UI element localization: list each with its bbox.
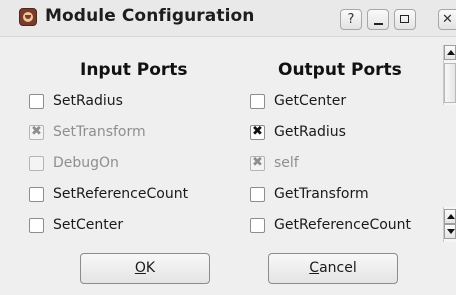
scrollbar-upper[interactable] <box>443 45 456 105</box>
ok-button[interactable]: OK <box>80 253 210 284</box>
cancel-mnemonic: C <box>309 260 320 276</box>
scrollbar-lower[interactable] <box>443 207 456 242</box>
gnome-foot-icon <box>19 8 37 26</box>
scroll-up-icon[interactable] <box>444 45 456 60</box>
scrollbar-thumb[interactable] <box>444 63 456 103</box>
maximize-button[interactable] <box>394 9 416 30</box>
close-button[interactable]: ✕ <box>438 9 456 30</box>
minimize-button[interactable] <box>367 9 389 30</box>
scroll-up-icon[interactable] <box>444 209 456 224</box>
input-port-checkbox <box>29 124 44 140</box>
input-port-label: SetReferenceCount <box>53 186 189 202</box>
window-title: Module Configuration <box>45 6 255 26</box>
input-port-label: SetCenter <box>53 217 124 233</box>
cancel-button[interactable]: Cancel <box>268 253 398 284</box>
ok-label-rest: K <box>145 260 156 276</box>
ok-mnemonic: O <box>134 260 146 276</box>
output-port-checkbox[interactable] <box>250 218 265 233</box>
scroll-down-icon[interactable] <box>444 224 456 239</box>
input-ports-heading: Input Ports <box>80 60 188 80</box>
module-configuration-dialog: Module Configuration ? ✕ Input Ports Out… <box>0 0 456 295</box>
close-icon: ✕ <box>442 12 453 27</box>
input-port-checkbox <box>29 156 44 171</box>
input-port-label: DebugOn <box>53 155 119 171</box>
output-port-label: GetCenter <box>274 93 347 109</box>
output-port-checkbox[interactable] <box>250 124 265 140</box>
output-port-label: GetTransform <box>274 186 369 202</box>
output-port-label: GetReferenceCount <box>274 217 412 233</box>
cancel-label-rest: ancel <box>319 260 357 276</box>
title-bar[interactable]: Module Configuration ? ✕ <box>0 0 456 37</box>
output-port-checkbox <box>250 155 265 171</box>
input-port-checkbox[interactable] <box>29 218 44 233</box>
input-port-checkbox[interactable] <box>29 94 44 109</box>
maximize-icon <box>400 15 409 23</box>
output-port-label: self <box>274 155 299 171</box>
input-port-label: SetRadius <box>53 93 123 109</box>
input-port-checkbox[interactable] <box>29 187 44 202</box>
input-port-label: SetTransform <box>53 124 146 140</box>
output-port-checkbox[interactable] <box>250 187 265 202</box>
help-button[interactable]: ? <box>340 9 362 30</box>
help-icon: ? <box>347 12 355 27</box>
output-port-label: GetRadius <box>274 124 346 140</box>
minimize-icon <box>374 23 383 25</box>
output-ports-heading: Output Ports <box>278 60 402 80</box>
output-port-checkbox[interactable] <box>250 94 265 109</box>
